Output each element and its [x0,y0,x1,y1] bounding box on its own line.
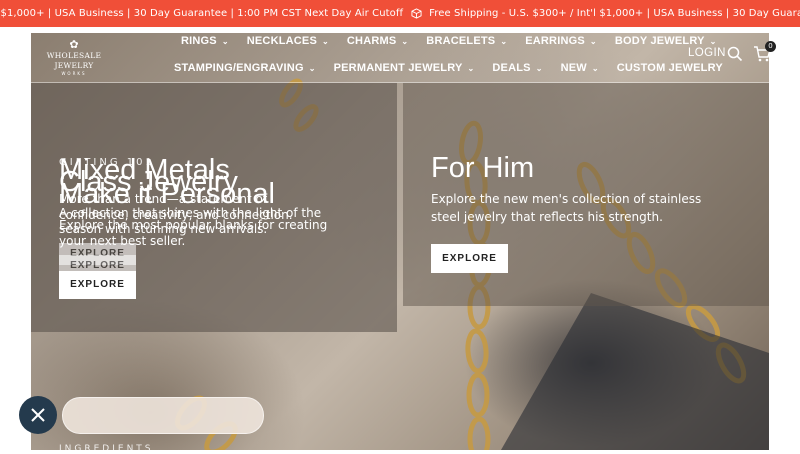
chevron-down-icon: ⌄ [322,36,329,46]
announcement-text-repeat: Free Shipping - U.S. $300+ / Int'l $1,00… [429,8,800,19]
nav-item-body-jewelry[interactable]: BODY JEWELRY ⌄ [615,35,717,47]
nav-item-stamping-engraving[interactable]: STAMPING/ENGRAVING ⌄ [174,62,316,74]
nav-label: BRACELETS [426,35,496,47]
site-header: ✿ WHOLESALE JEWELRY WORKS RINGS ⌄ NECKLAC… [31,33,776,83]
announcement-bar: 0+ / Int'l $1,000+ | USA Business | 30 D… [0,0,800,27]
nav-item-new[interactable]: NEW ⌄ [561,62,599,74]
nav-label: CUSTOM JEWELRY [616,62,723,74]
chevron-down-icon: ⌄ [591,63,599,73]
nav-label: EARRINGS [525,35,585,47]
nav-item-bracelets[interactable]: BRACELETS ⌄ [426,35,507,47]
chat-prompt-pill[interactable] [62,397,264,434]
nav-item-deals[interactable]: DEALS ⌄ [492,62,542,74]
nav-label: NEW [560,62,587,74]
nav-label: NECKLACES [246,35,317,47]
explore-button[interactable]: EXPLORE [431,244,508,273]
chevron-down-icon: ⌄ [500,36,508,46]
chevron-down-icon: ⌄ [589,36,597,46]
nav-item-earrings[interactable]: EARRINGS ⌄ [525,35,597,47]
cart-count-badge: 0 [765,41,776,52]
close-icon[interactable] [19,396,57,434]
panel-body-for-him: Explore the new men's collection of stai… [431,192,702,224]
chevron-down-icon: ⌄ [467,63,475,73]
nav-item-custom-jewelry[interactable]: CUSTOM JEWELRY [617,62,723,74]
panel-title-for-him: For Him [431,152,535,184]
chevron-down-icon: ⌄ [401,36,409,46]
chevron-down-icon: ⌄ [709,36,717,46]
site-logo[interactable]: ✿ WHOLESALE JEWELRY WORKS [31,38,117,77]
nav-label: CHARMS [346,35,397,47]
logo-subtitle: WORKS [61,71,87,76]
nav-label: BODY JEWELRY [614,35,705,47]
logo-mark: ✿ [69,38,79,51]
nav-item-charms[interactable]: CHARMS ⌄ [347,35,408,47]
nav-label: PERMANENT JEWELRY [333,62,463,74]
nav-label: RINGS [181,35,217,47]
login-link[interactable]: LOGIN [688,47,726,59]
nav-item-rings[interactable]: RINGS ⌄ [181,35,229,47]
logo-name: WHOLESALE JEWELRY [46,51,102,70]
nav-item-permanent-jewelry[interactable]: PERMANENT JEWELRY ⌄ [334,62,475,74]
chevron-down-icon: ⌄ [221,36,229,46]
promo-panel-left: GIFTING 101 Mixed Metals Class Jewelry M… [31,83,397,332]
main-nav-row-2: STAMPING/ENGRAVING ⌄ PERMANENT JEWELRY ⌄ D… [174,59,741,77]
promo-panel-right: For Him Explore the new men's collection… [403,83,769,306]
announcement-text: 0+ / Int'l $1,000+ | USA Business | 30 D… [0,8,404,19]
main-nav-row-1: RINGS ⌄ NECKLACES ⌄ CHARMS ⌄ BRACELETS ⌄ EAR… [181,33,735,49]
section-eyebrow: INGREDIENTS [59,444,154,454]
explore-button[interactable]: EXPLORE [59,271,136,299]
nav-item-necklaces[interactable]: NECKLACES ⌄ [247,35,329,47]
nav-label: STAMPING/ENGRAVING [174,62,304,74]
shipping-box-icon [403,8,429,19]
chevron-down-icon: ⌄ [535,63,543,73]
chevron-down-icon: ⌄ [308,63,316,73]
nav-label: DEALS [492,62,531,74]
search-icon[interactable] [727,46,743,62]
